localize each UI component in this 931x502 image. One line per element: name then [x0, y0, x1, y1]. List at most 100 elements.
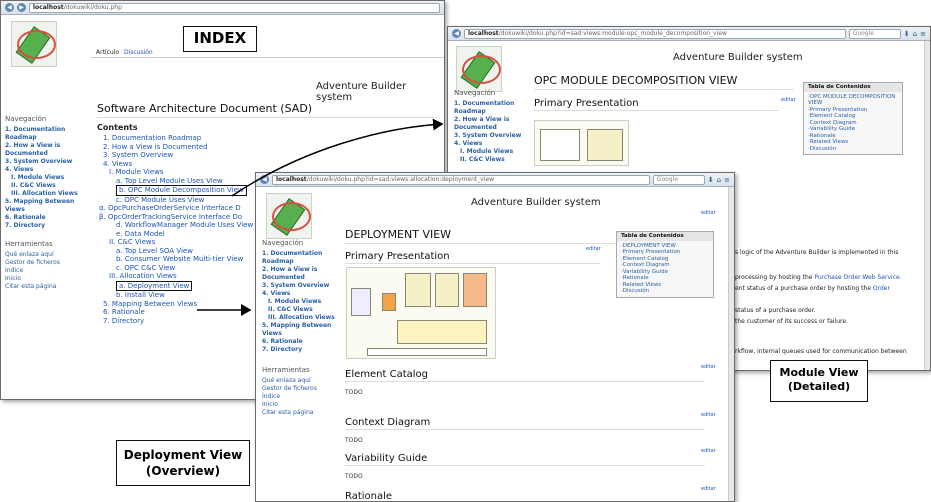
deploy-edit-link-top[interactable]: editar	[701, 210, 716, 216]
tools-item[interactable]: Inicio	[5, 275, 90, 283]
sidebar-item[interactable]: 7. Directory	[262, 346, 342, 354]
tools-item[interactable]: Índice	[262, 393, 342, 401]
deploy-edit-link[interactable]: editar	[701, 364, 716, 370]
tools-item[interactable]: Índice	[5, 267, 90, 275]
toc-link-highlighted[interactable]: a. Deployment View	[116, 280, 193, 291]
tools-item[interactable]: Inicio	[262, 401, 342, 409]
module-edit-link[interactable]: editar	[781, 97, 796, 103]
sidebar-item[interactable]: II. C&C Views	[454, 156, 529, 164]
download-icon[interactable]: ⬇	[708, 176, 714, 184]
toc-link-highlighted[interactable]: b. OPC Module Decomposition View	[116, 185, 247, 196]
sidebar-item[interactable]: 3. System Overview	[5, 158, 90, 166]
sidebar-item[interactable]: 4. Views	[5, 166, 90, 174]
tools-item[interactable]: Citar esta página	[262, 409, 342, 417]
sidebar-item[interactable]: II. C&C Views	[262, 306, 342, 314]
tab-articulo[interactable]: Artículo	[96, 49, 119, 56]
deploy-edit-link[interactable]: editar	[701, 448, 716, 454]
toc-link[interactable]: a. Top Level Module Uses View	[116, 177, 223, 185]
home-icon[interactable]: ⌂	[913, 30, 917, 38]
module-search-box[interactable]: Google	[848, 28, 901, 39]
sidebar-item[interactable]: II. C&C Views	[5, 182, 90, 190]
dokuwiki-logo[interactable]	[11, 21, 57, 67]
sidebar-item[interactable]: III. Allocation Views	[5, 190, 90, 198]
module-section-primary: Primary Presentation	[534, 98, 779, 111]
tools-item[interactable]: Gestor de ficheros	[262, 385, 342, 393]
sidebar-item[interactable]: 5. Mapping Between Views	[262, 322, 342, 338]
toc-link[interactable]: α. OpcPurchaseOrderService Interface D	[99, 204, 241, 212]
sidebar-item[interactable]: 4. Views	[454, 140, 529, 148]
toc-link[interactable]: b. Install View	[116, 291, 165, 299]
sidebar-item[interactable]: III. Allocation Views	[262, 314, 342, 322]
sidebar-item[interactable]: 1. Documentation Roadmap	[262, 250, 342, 266]
sidebar-item[interactable]: 3. System Overview	[262, 282, 342, 290]
toc-link[interactable]: 2. How a View is Documented	[103, 143, 208, 151]
tab-discusion[interactable]: Discusión	[124, 49, 153, 56]
back-icon[interactable]: ◀	[260, 175, 269, 184]
sidebar-item[interactable]: 2. How a View is Documented	[454, 116, 529, 132]
toc-box-item[interactable]: ·Discusión	[808, 146, 898, 153]
sidebar-item[interactable]: 2. How a View is Documented	[5, 142, 90, 158]
module-address-bar[interactable]: localhost/dokuwiki/doku.php?id=sad:views…	[464, 28, 846, 39]
sidebar-item[interactable]: 3. System Overview	[454, 132, 529, 140]
toc-link[interactable]: 6. Rationale	[103, 308, 145, 316]
sidebar-item[interactable]: I. Module Views	[454, 148, 529, 156]
sidebar-item[interactable]: 1. Documentation Roadmap	[454, 100, 529, 116]
deploy-edit-link[interactable]: editar	[701, 486, 716, 492]
body-link[interactable]: Purchase Order Web Service.	[814, 274, 901, 281]
toc-link[interactable]: β. OpcOrderTrackingService Interface Do	[99, 213, 242, 221]
tools-item[interactable]: Qué enlaza aquí	[5, 251, 90, 259]
toc-link[interactable]: III. Allocation Views	[109, 272, 177, 280]
toc-link[interactable]: d. WorkflowManager Module Uses View	[116, 221, 253, 229]
menu-icon[interactable]: ≡	[920, 30, 926, 38]
back-icon[interactable]: ◀	[5, 3, 14, 12]
tools-item[interactable]: Qué enlaza aquí	[262, 377, 342, 385]
toc-link[interactable]: 5. Mapping Between Views	[103, 300, 197, 308]
sidebar-item[interactable]: 6. Rationale	[262, 338, 342, 346]
index-address-bar[interactable]: localhost/dokuwiki/doku.php	[29, 2, 440, 13]
sidebar-item[interactable]: I. Module Views	[5, 174, 90, 182]
deploy-site-title: Adventure Builder system	[471, 197, 601, 208]
toc-link[interactable]: I. Module Views	[109, 168, 163, 176]
forward-icon[interactable]: ▶	[17, 3, 26, 12]
body-text-line: ent status of a purchase order by hostin…	[735, 284, 890, 293]
body-text-line: processing by hosting the Purchase Order…	[735, 273, 902, 282]
module-scrollbar[interactable]	[924, 41, 930, 370]
toc-link[interactable]: 1. Documentation Roadmap	[103, 134, 201, 142]
sidebar-item[interactable]: 1. Documentation Roadmap	[5, 126, 90, 142]
toc-link[interactable]: a. Top Level SOA View	[116, 247, 193, 255]
sidebar-item[interactable]: 5. Mapping Between Views	[5, 198, 90, 214]
sidebar-item[interactable]: 4. Views	[262, 290, 342, 298]
body-link[interactable]: Order	[873, 285, 890, 292]
toc-link[interactable]: c. OPC C&C View	[116, 264, 175, 272]
home-icon[interactable]: ⌂	[717, 176, 721, 184]
toc-item: 3. System Overview	[99, 151, 439, 160]
sidebar-item[interactable]: 6. Rationale	[5, 214, 90, 222]
menu-icon[interactable]: ≡	[724, 176, 730, 184]
toc-link[interactable]: 3. System Overview	[103, 151, 173, 159]
deploy-search-box[interactable]: Google	[652, 174, 705, 185]
deploy-sidebar: Navegación 1. Documentation Roadmap 2. Ho…	[262, 235, 342, 417]
sidebar-item[interactable]: 2. How a View is Documented	[262, 266, 342, 282]
deploy-toolbar: ◀ localhost/dokuwiki/doku.php?id=sad:vie…	[256, 173, 734, 187]
download-icon[interactable]: ⬇	[904, 30, 910, 38]
sidebar-item[interactable]: I. Module Views	[262, 298, 342, 306]
back-icon[interactable]: ◀	[452, 29, 461, 38]
deploy-edit-link-primary[interactable]: editar	[586, 246, 601, 252]
body-text-line: s logic of the Adventure Builder is impl…	[735, 248, 898, 257]
tools-item[interactable]: Gestor de ficheros	[5, 259, 90, 267]
tools-item[interactable]: Citar esta página	[5, 283, 90, 291]
deploy-scrollbar[interactable]	[728, 187, 734, 501]
sidebar-item[interactable]: 7. Directory	[5, 222, 90, 230]
toc-link[interactable]: 4. Views	[103, 160, 132, 168]
toc-link[interactable]: c. OPC Module Uses View	[116, 196, 204, 204]
toc-link[interactable]: b. Consumer Website Multi-tier View	[116, 255, 243, 263]
toc-box-item[interactable]: ·OPC MODULE DECOMPOSITION VIEW	[808, 94, 898, 107]
deploy-address-bar[interactable]: localhost/dokuwiki/doku.php?id=sad:views…	[272, 174, 650, 185]
toc-box-item[interactable]: ·Discusión	[621, 288, 709, 295]
toc-link[interactable]: e. Data Model	[116, 230, 165, 238]
toc-link[interactable]: II. C&C Views	[109, 238, 155, 246]
toc-link[interactable]: 7. Directory	[103, 317, 144, 325]
deploy-edit-link[interactable]: editar	[701, 412, 716, 418]
body-text: ent status of a purchase order by hostin…	[735, 285, 873, 292]
dokuwiki-logo[interactable]	[266, 193, 312, 239]
